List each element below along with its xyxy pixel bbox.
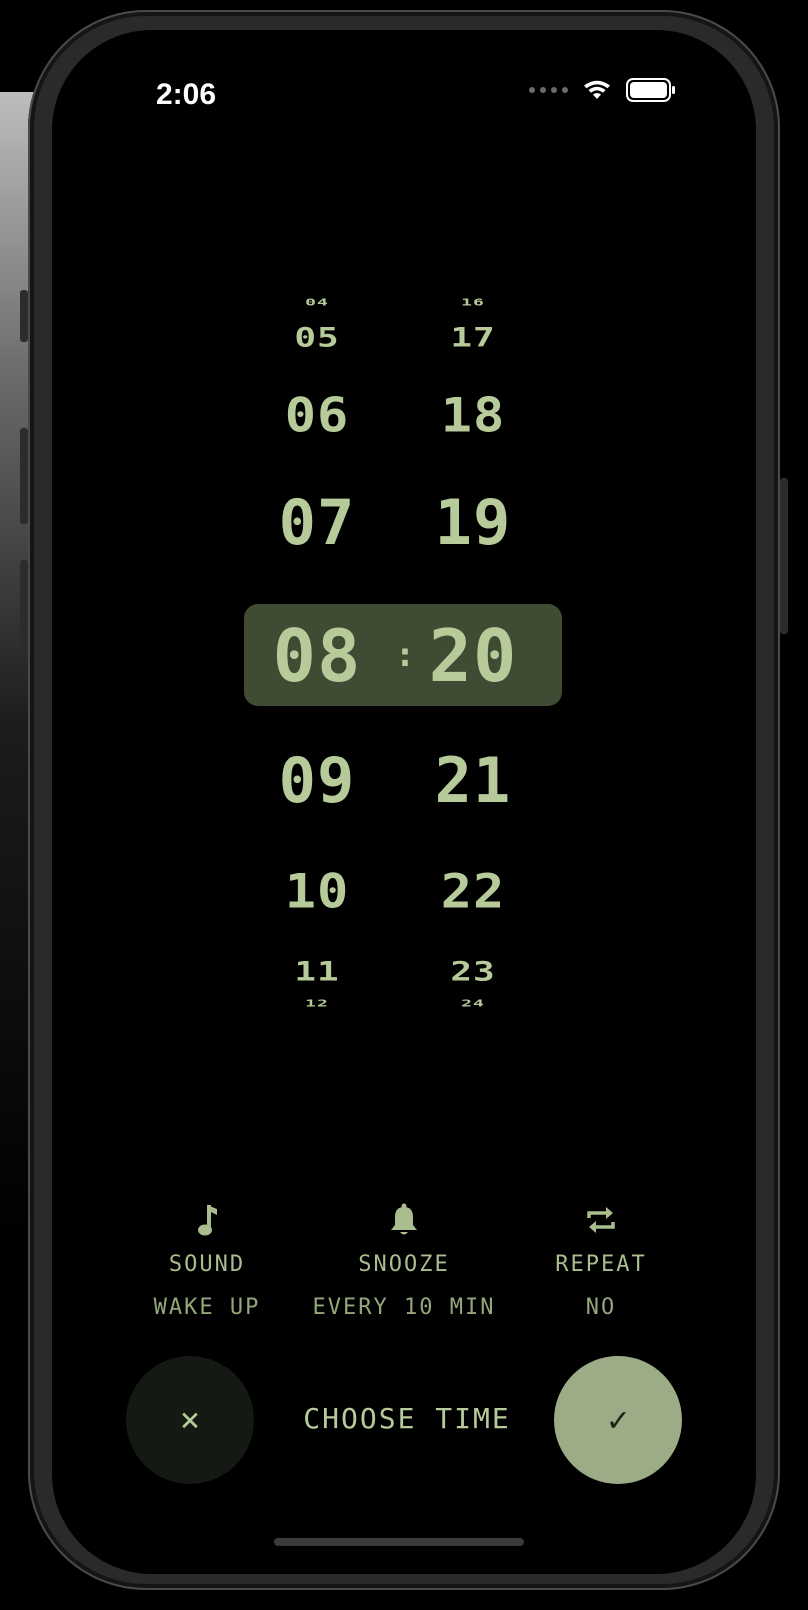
selected-hour[interactable]: 08 (252, 620, 382, 692)
screen: 2:06 04 05 06 07 08 : 09 10 11 12 16 17 … (52, 30, 756, 1574)
hour-option[interactable]: 11 (252, 958, 382, 986)
volume-down-button (20, 560, 28, 656)
minute-option[interactable]: 23 (408, 958, 538, 986)
status-icons (529, 78, 676, 102)
minute-option[interactable]: 17 (408, 324, 538, 352)
hour-option[interactable]: 05 (252, 324, 382, 352)
sound-option-value: WAKE UP (153, 1295, 261, 1320)
minute-option[interactable]: 24 (408, 999, 538, 1009)
sound-option-title: SOUND (168, 1252, 246, 1277)
volume-up-button (20, 428, 28, 524)
hour-option[interactable]: 09 (252, 750, 382, 812)
sound-option[interactable]: SOUND WAKE UP (102, 1200, 312, 1320)
snooze-option-value: EVERY 10 MIN (312, 1295, 496, 1320)
minute-option[interactable]: 18 (408, 393, 538, 440)
cancel-button[interactable]: × (126, 1356, 254, 1484)
battery-icon (626, 78, 675, 102)
selected-minute[interactable]: 20 (408, 620, 538, 692)
bell-icon (299, 1200, 509, 1240)
hour-option[interactable]: 10 (252, 869, 382, 916)
minute-option[interactable]: 22 (408, 869, 538, 916)
power-button (780, 478, 788, 634)
status-time: 2:06 (156, 78, 217, 111)
minute-option[interactable]: 16 (408, 298, 538, 308)
repeat-option[interactable]: REPEAT NO (496, 1200, 706, 1320)
choose-time-label: CHOOSE TIME (303, 1402, 511, 1435)
signal-icon (529, 87, 568, 93)
hour-option[interactable]: 04 (252, 298, 382, 308)
confirm-button[interactable]: ✓ (554, 1356, 682, 1484)
snooze-option-title: SNOOZE (358, 1252, 450, 1277)
repeat-icon (496, 1200, 706, 1240)
hour-option[interactable]: 06 (252, 393, 382, 440)
home-indicator[interactable] (274, 1538, 524, 1546)
close-icon: × (179, 1400, 201, 1440)
mute-switch (20, 290, 28, 342)
minute-option[interactable]: 21 (408, 750, 538, 812)
snooze-option[interactable]: SNOOZE EVERY 10 MIN (299, 1200, 509, 1320)
hour-option[interactable]: 07 (252, 492, 382, 554)
wifi-icon (584, 80, 610, 99)
hour-option[interactable]: 12 (252, 999, 382, 1009)
checkmark-icon: ✓ (607, 1400, 629, 1440)
repeat-option-title: REPEAT (555, 1252, 647, 1277)
repeat-option-value: NO (585, 1295, 617, 1320)
music-note-icon (102, 1200, 312, 1240)
minute-option[interactable]: 19 (408, 492, 538, 554)
